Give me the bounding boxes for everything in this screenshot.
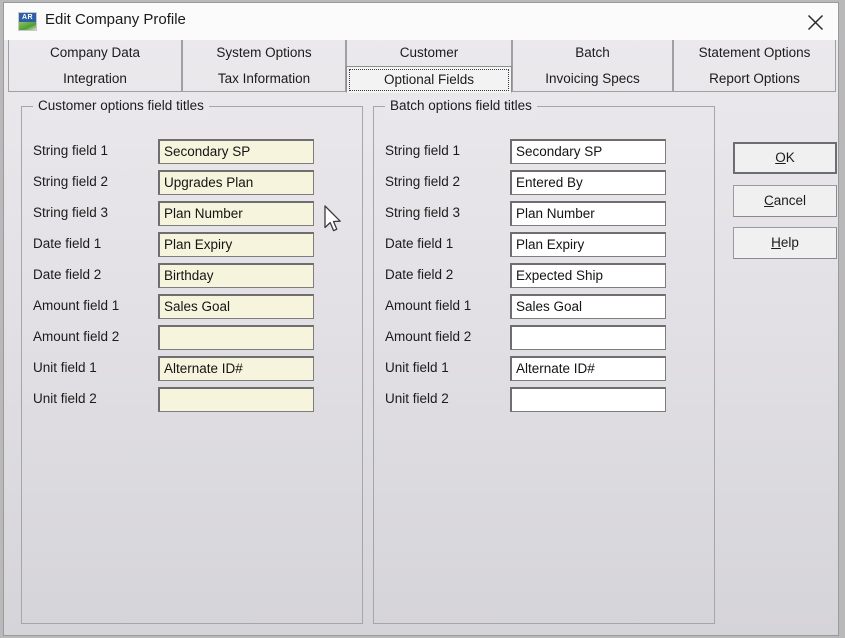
batch-input-6[interactable] — [510, 325, 666, 350]
customer-options-groupbox: Customer options field titles String fie… — [21, 98, 364, 624]
batch-input-1[interactable]: Entered By — [510, 170, 666, 195]
customer-label-7: Unit field 1 — [33, 360, 97, 375]
customer-field-row: Amount field 2 — [22, 325, 364, 351]
tab-strip: Company Data System Options Customer Batch S… — [8, 40, 836, 93]
customer-label-6: Amount field 2 — [33, 329, 120, 344]
batch-input-7[interactable]: Alternate ID# — [510, 356, 666, 381]
batch-input-0[interactable]: Secondary SP — [510, 139, 666, 164]
batch-input-5[interactable]: Sales Goal — [510, 294, 666, 319]
customer-field-row: Unit field 2 — [22, 387, 364, 413]
customer-field-row: Date field 1 Plan Expiry — [22, 232, 364, 258]
cancel-button[interactable]: Cancel — [733, 185, 837, 217]
customer-label-5: Amount field 1 — [33, 298, 120, 313]
batch-options-group-title: Batch options field titles — [385, 98, 537, 113]
tab-invoicing-specs[interactable]: Invoicing Specs — [512, 66, 673, 92]
batch-label-5: Amount field 1 — [385, 298, 472, 313]
tab-row-top: Company Data System Options Customer Batch S… — [8, 40, 836, 66]
customer-field-row: String field 1 Secondary SP — [22, 139, 364, 165]
tab-company-data[interactable]: Company Data — [8, 40, 182, 66]
batch-input-2[interactable]: Plan Number — [510, 201, 666, 226]
app-icon-label: AR — [19, 13, 36, 22]
customer-input-5[interactable]: Sales Goal — [158, 294, 314, 319]
app-icon-image — [19, 22, 36, 30]
customer-input-8[interactable] — [158, 387, 314, 412]
customer-label-2: String field 3 — [33, 205, 109, 220]
customer-input-7[interactable]: Alternate ID# — [158, 356, 314, 381]
tab-customer[interactable]: Customer — [346, 40, 512, 66]
batch-input-8[interactable] — [510, 387, 666, 412]
customer-label-1: String field 2 — [33, 174, 109, 189]
batch-field-row: String field 1 Secondary SP — [374, 139, 716, 165]
customer-label-0: String field 1 — [33, 143, 109, 158]
title-bar: AR Edit Company Profile — [4, 3, 838, 40]
customer-label-4: Date field 2 — [33, 267, 102, 282]
customer-input-4[interactable]: Birthday — [158, 263, 314, 288]
customer-field-row: Amount field 1 Sales Goal — [22, 294, 364, 320]
batch-label-7: Unit field 1 — [385, 360, 449, 375]
tab-batch[interactable]: Batch — [512, 40, 673, 66]
customer-field-row: String field 3 Plan Number — [22, 201, 364, 227]
batch-label-4: Date field 2 — [385, 267, 454, 282]
tab-optional-fields[interactable]: Optional Fields — [346, 66, 512, 93]
tab-tax-information[interactable]: Tax Information — [182, 66, 346, 92]
batch-field-row: Amount field 1 Sales Goal — [374, 294, 716, 320]
close-button[interactable] — [790, 3, 838, 40]
help-button[interactable]: Help — [733, 227, 837, 259]
batch-label-6: Amount field 2 — [385, 329, 472, 344]
ok-mnemonic: O — [775, 150, 786, 165]
batch-input-4[interactable]: Expected Ship — [510, 263, 666, 288]
customer-field-row: Date field 2 Birthday — [22, 263, 364, 289]
ar-document-icon: AR — [18, 12, 37, 31]
customer-input-6[interactable] — [158, 325, 314, 350]
edit-company-profile-dialog: AR Edit Company Profile Company Data Syst… — [3, 2, 839, 636]
customer-input-2[interactable]: Plan Number — [158, 201, 314, 226]
customer-input-3[interactable]: Plan Expiry — [158, 232, 314, 257]
batch-field-row: String field 2 Entered By — [374, 170, 716, 196]
customer-label-8: Unit field 2 — [33, 391, 97, 406]
tab-row-bottom: Integration Tax Information Optional Field… — [8, 66, 836, 93]
batch-field-row: Unit field 2 — [374, 387, 716, 413]
customer-input-1[interactable]: Upgrades Plan — [158, 170, 314, 195]
batch-input-3[interactable]: Plan Expiry — [510, 232, 666, 257]
help-mnemonic: H — [771, 235, 781, 250]
customer-input-0[interactable]: Secondary SP — [158, 139, 314, 164]
batch-field-row: String field 3 Plan Number — [374, 201, 716, 227]
batch-options-groupbox: Batch options field titles String field … — [373, 98, 716, 624]
customer-options-group-title: Customer options field titles — [33, 98, 209, 113]
tab-system-options[interactable]: System Options — [182, 40, 346, 66]
batch-label-0: String field 1 — [385, 143, 461, 158]
ok-button[interactable]: OK — [733, 142, 837, 174]
batch-label-8: Unit field 2 — [385, 391, 449, 406]
tab-integration[interactable]: Integration — [8, 66, 182, 92]
batch-label-3: Date field 1 — [385, 236, 454, 251]
tab-report-options[interactable]: Report Options — [673, 66, 836, 92]
batch-field-row: Amount field 2 — [374, 325, 716, 351]
customer-field-row: String field 2 Upgrades Plan — [22, 170, 364, 196]
close-icon — [807, 14, 824, 31]
window-title: Edit Company Profile — [45, 11, 186, 28]
customer-label-3: Date field 1 — [33, 236, 102, 251]
batch-label-2: String field 3 — [385, 205, 461, 220]
batch-label-1: String field 2 — [385, 174, 461, 189]
tab-statement-options[interactable]: Statement Options — [673, 40, 836, 66]
cancel-mnemonic: C — [763, 193, 774, 208]
batch-field-row: Date field 1 Plan Expiry — [374, 232, 716, 258]
customer-field-row: Unit field 1 Alternate ID# — [22, 356, 364, 382]
batch-field-row: Unit field 1 Alternate ID# — [374, 356, 716, 382]
batch-field-row: Date field 2 Expected Ship — [374, 263, 716, 289]
